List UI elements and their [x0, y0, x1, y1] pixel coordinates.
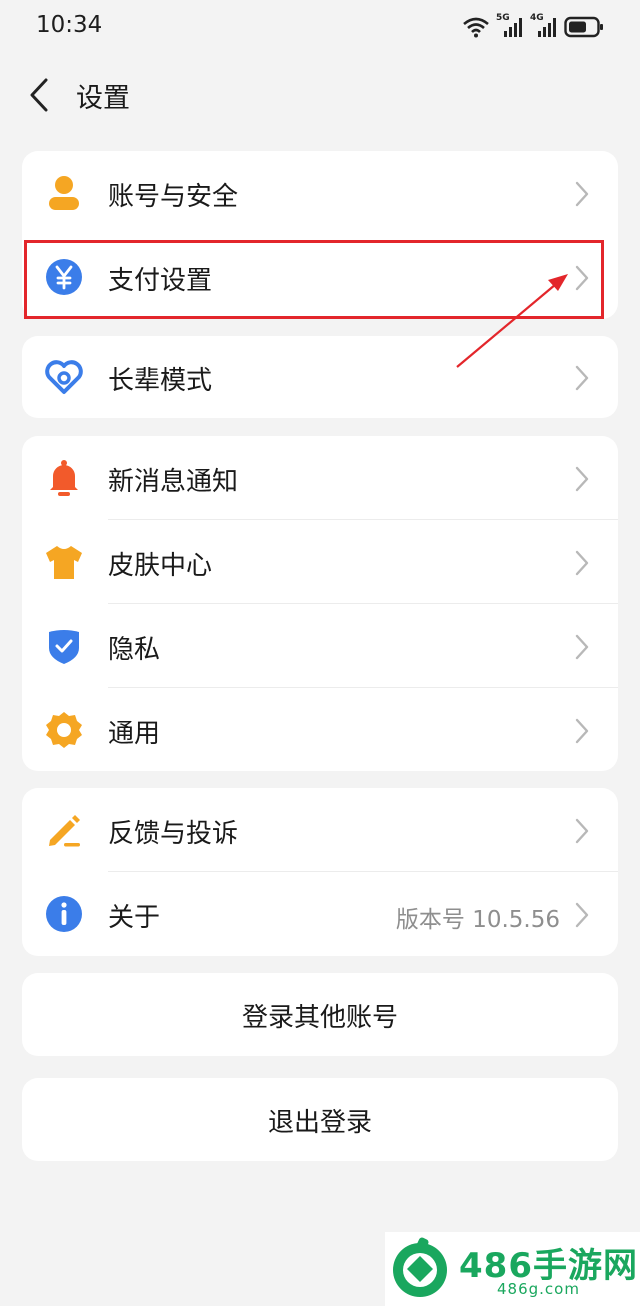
signal-5g-icon: 5G: [496, 13, 524, 39]
row-label: 皮肤中心: [108, 551, 213, 581]
row-label: 反馈与投诉: [108, 819, 239, 849]
row-privacy[interactable]: 隐私: [22, 604, 618, 688]
switch-account-label: 登录其他账号: [241, 1003, 398, 1033]
bell-icon: [44, 458, 84, 498]
row-label: 长辈模式: [108, 366, 213, 396]
row-label: 新消息通知: [108, 467, 239, 497]
battery-icon: [564, 16, 603, 38]
info-icon: [44, 894, 84, 934]
row-notifications[interactable]: 新消息通知: [22, 436, 618, 520]
annotation-arrow-icon: [456, 274, 568, 368]
chevron-right-icon: [575, 466, 589, 492]
header: 设置: [0, 60, 640, 130]
status-bar: 10:34 5G 4G: [0, 0, 640, 54]
row-label: 隐私: [108, 635, 161, 665]
settings-group-about: 反馈与投诉 关于 版本号 10.5.56: [22, 788, 618, 956]
heart-icon: [44, 357, 84, 397]
page-title: 设置: [76, 83, 130, 114]
watermark: 486手游网 486g.com: [385, 1232, 640, 1306]
logout-label: 退出登录: [267, 1108, 372, 1138]
version-value: 版本号 10.5.56: [395, 907, 560, 933]
chevron-right-icon: [575, 550, 589, 576]
status-time: 10:34: [36, 12, 103, 38]
chevron-right-icon: [575, 634, 589, 660]
shirt-icon: [44, 542, 84, 582]
chevron-left-icon: [30, 78, 48, 112]
row-account-security[interactable]: 账号与安全: [22, 151, 618, 235]
settings-group-general: 新消息通知 皮肤中心 隐私 通用: [22, 436, 618, 771]
gear-icon: [44, 710, 84, 750]
back-button[interactable]: [22, 74, 62, 116]
chevron-right-icon: [575, 818, 589, 844]
row-general[interactable]: 通用: [22, 688, 618, 771]
row-about[interactable]: 关于 版本号 10.5.56: [22, 872, 618, 956]
signal-4g-icon: 4G: [530, 13, 558, 39]
row-label: 关于: [108, 903, 161, 933]
switch-account-button[interactable]: 登录其他账号: [22, 973, 618, 1056]
chevron-right-icon: [575, 902, 589, 928]
row-skin-center[interactable]: 皮肤中心: [22, 520, 618, 604]
person-icon: [44, 173, 84, 213]
logout-button[interactable]: 退出登录: [22, 1078, 618, 1161]
chevron-right-icon: [575, 718, 589, 744]
status-icons: 5G 4G: [462, 13, 604, 40]
wifi-icon: [463, 17, 489, 38]
brand-logo-icon: [393, 1237, 447, 1297]
watermark-url: 486g.com: [497, 1280, 580, 1298]
chevron-right-icon: [575, 181, 589, 207]
row-feedback[interactable]: 反馈与投诉: [22, 788, 618, 872]
row-label: 账号与安全: [108, 182, 239, 212]
row-label: 通用: [108, 719, 161, 749]
shield-icon: [44, 626, 84, 666]
pencil-icon: [44, 810, 84, 850]
